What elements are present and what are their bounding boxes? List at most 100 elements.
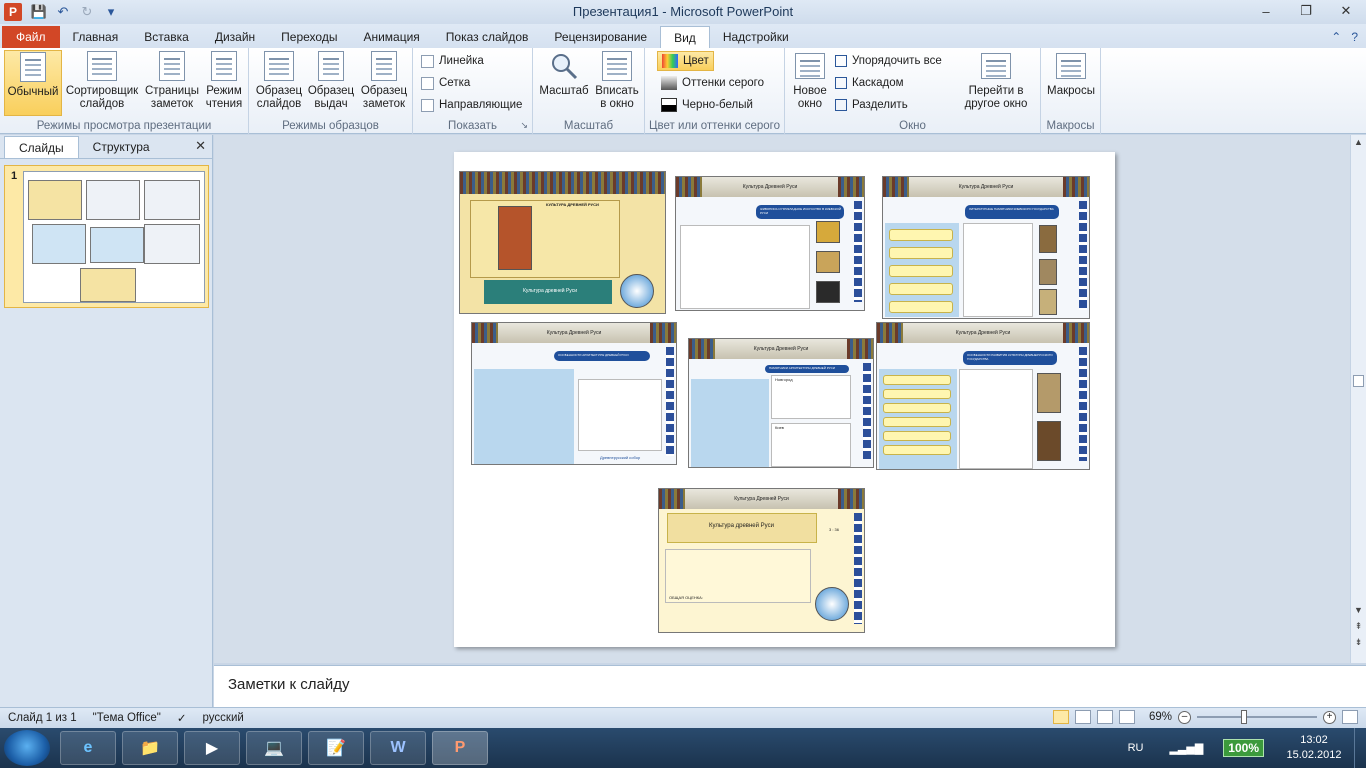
guides-check-box[interactable]	[421, 98, 434, 112]
group-label-master-views: Режимы образцов	[282, 120, 379, 132]
status-language[interactable]: русский	[195, 712, 252, 724]
next-slide-icon[interactable]: ⇟	[1353, 637, 1364, 648]
customize-quick-access-icon[interactable]: ▾	[102, 3, 120, 21]
cascade-button[interactable]: Каскадом	[835, 73, 904, 93]
vertical-scrollbar[interactable]: ▲ ▼ ⇞ ⇟	[1350, 135, 1366, 663]
tab-slideshow[interactable]: Показ слайдов	[433, 26, 542, 48]
undo-icon[interactable]: ↶	[54, 3, 72, 21]
battery-indicator[interactable]: 100%	[1223, 739, 1264, 757]
tray-language[interactable]: RU	[1128, 742, 1144, 754]
split-button[interactable]: Разделить	[835, 95, 908, 115]
normal-view-button[interactable]: Обычный	[4, 50, 62, 116]
close-pane-icon[interactable]: ✕	[195, 138, 206, 154]
handout-master-label: Образец выдач	[307, 85, 355, 110]
tab-home[interactable]: Главная	[60, 26, 132, 48]
mini-slide-monuments[interactable]: Культура Древней Руси ПАМЯТНИКИ АРХИТЕКТ…	[688, 338, 874, 468]
tab-animations[interactable]: Анимация	[350, 26, 432, 48]
slide-canvas[interactable]: КУЛЬТУРА ДРЕВНЕЙ РУСИ Культура древней Р…	[454, 152, 1115, 647]
zoom-in-icon[interactable]: +	[1323, 710, 1336, 724]
sorter-view-status-icon[interactable]	[1074, 710, 1091, 724]
scroll-thumb[interactable]	[1353, 375, 1364, 387]
arrange-all-button[interactable]: Упорядочить все	[835, 51, 942, 71]
zoom-button[interactable]: Масштаб	[537, 50, 591, 116]
show-desktop-button[interactable]	[1354, 728, 1366, 768]
group-label-zoom: Масштаб	[563, 120, 614, 132]
notes-page-button[interactable]: Страницы заметок	[144, 50, 200, 116]
notes-placeholder[interactable]: Заметки к слайду	[228, 676, 350, 693]
minimize-button[interactable]: –	[1246, 0, 1286, 22]
close-button[interactable]: ✕	[1326, 0, 1366, 22]
grayscale-button[interactable]: Оттенки серого	[661, 73, 764, 93]
taskbar-explorer-icon[interactable]: 📁	[122, 731, 178, 765]
zoom-slider-knob[interactable]	[1241, 710, 1247, 724]
collapse-ribbon-icon[interactable]: ⌃	[1331, 30, 1341, 44]
fit-to-window-button[interactable]: Вписать в окно	[591, 50, 643, 116]
tab-addins[interactable]: Надстройки	[710, 26, 802, 48]
mini-slide-title[interactable]: КУЛЬТУРА ДРЕВНЕЙ РУСИ Культура древней Р…	[459, 171, 666, 314]
ruler-checkbox[interactable]: Линейка	[421, 51, 484, 71]
start-button[interactable]	[4, 730, 50, 766]
normal-view-status-icon[interactable]	[1052, 710, 1069, 724]
notes-master-button[interactable]: Образец заметок	[357, 50, 411, 116]
fit-slide-icon[interactable]	[1342, 710, 1358, 724]
tab-design[interactable]: Дизайн	[202, 26, 268, 48]
gridlines-check-box[interactable]	[421, 76, 434, 90]
scroll-down-icon[interactable]: ▼	[1353, 605, 1364, 615]
mini-slide-literature[interactable]: Культура Древней Руси ЛИТЕРАТУРНЫЕ ПАМЯТ…	[882, 176, 1090, 319]
black-white-button[interactable]: Черно-белый	[661, 95, 753, 115]
previous-slide-icon[interactable]: ⇞	[1353, 621, 1364, 632]
normal-view-icon	[17, 51, 49, 83]
taskbar-word-icon[interactable]: W	[370, 731, 426, 765]
clock-date: 15.02.2012	[1286, 749, 1342, 761]
new-window-icon	[794, 50, 826, 82]
split-icon	[835, 99, 847, 111]
zoom-slider[interactable]	[1197, 710, 1317, 724]
taskbar-powerpoint-icon[interactable]: P	[432, 731, 488, 765]
save-icon[interactable]: 💾	[30, 3, 48, 21]
slide-thumbnail[interactable]	[23, 171, 205, 303]
tab-outline[interactable]: Структура	[79, 136, 164, 158]
reading-view-button[interactable]: Режим чтения	[202, 50, 246, 116]
new-window-button[interactable]: Новое окно	[789, 50, 831, 116]
slideshow-view-status-icon[interactable]	[1118, 710, 1135, 724]
scroll-up-icon[interactable]: ▲	[1353, 137, 1364, 147]
powerpoint-app-icon[interactable]: P	[4, 3, 22, 21]
tray-clock[interactable]: 13:02 15.02.2012	[1274, 733, 1354, 763]
tab-transitions[interactable]: Переходы	[268, 26, 350, 48]
help-icon[interactable]: ?	[1351, 30, 1358, 44]
mini-slide-results[interactable]: Культура Древней Руси Культура древней Р…	[658, 488, 865, 633]
redo-icon[interactable]: ↻	[78, 3, 96, 21]
gridlines-checkbox[interactable]: Сетка	[421, 73, 470, 93]
mini-slide-painting[interactable]: Культура Древней Руси ЖИВОПИСЬ И ПРИКЛАД…	[675, 176, 865, 311]
slide-sorter-button[interactable]: Сортировщик слайдов	[64, 50, 140, 116]
reading-view-status-icon[interactable]	[1096, 710, 1113, 724]
maximize-button[interactable]: ❐	[1286, 0, 1326, 22]
zoom-out-icon[interactable]: –	[1178, 710, 1191, 724]
slide-master-button[interactable]: Образец слайдов	[253, 50, 305, 116]
zoom-level[interactable]: 69%	[1149, 711, 1172, 723]
macros-button[interactable]: Макросы	[1045, 50, 1097, 116]
handout-master-button[interactable]: Образец выдач	[305, 50, 357, 116]
tab-file[interactable]: Файл	[2, 26, 60, 48]
slide-master-icon	[263, 50, 295, 82]
show-dialog-launcher-icon[interactable]: ↘	[520, 120, 528, 131]
taskbar-computer-icon[interactable]: 💻	[246, 731, 302, 765]
slide-thumbnail-selected[interactable]: 1	[4, 165, 209, 308]
signal-icon[interactable]: ▂▃▅▇	[1169, 742, 1203, 755]
switch-windows-button[interactable]: Перейти в другое окно	[955, 50, 1037, 116]
tab-insert[interactable]: Вставка	[131, 26, 202, 48]
tab-view[interactable]: Вид	[660, 26, 710, 48]
mini-slide-architecture[interactable]: Культура Древней Руси ОСОБЕННОСТИ АРХИТЕ…	[471, 322, 677, 465]
tab-review[interactable]: Рецензирование	[541, 26, 660, 48]
status-theme[interactable]: "Тема Office"	[85, 712, 169, 724]
guides-checkbox[interactable]: Направляющие	[421, 95, 522, 115]
mini-slide-development[interactable]: Культура Древней Руси ОСОБЕННОСТИ РАЗВИТ…	[876, 322, 1090, 470]
spell-check-icon[interactable]: ✓	[169, 711, 195, 725]
taskbar-media-icon[interactable]: ▶	[184, 731, 240, 765]
notes-pane[interactable]: Заметки к слайду	[214, 665, 1366, 707]
taskbar-ie-icon[interactable]: e	[60, 731, 116, 765]
color-button[interactable]: Цвет	[657, 51, 714, 71]
tab-slides[interactable]: Слайды	[4, 136, 79, 158]
taskbar-notes-icon[interactable]: 📝	[308, 731, 364, 765]
ruler-check-box[interactable]	[421, 54, 434, 68]
